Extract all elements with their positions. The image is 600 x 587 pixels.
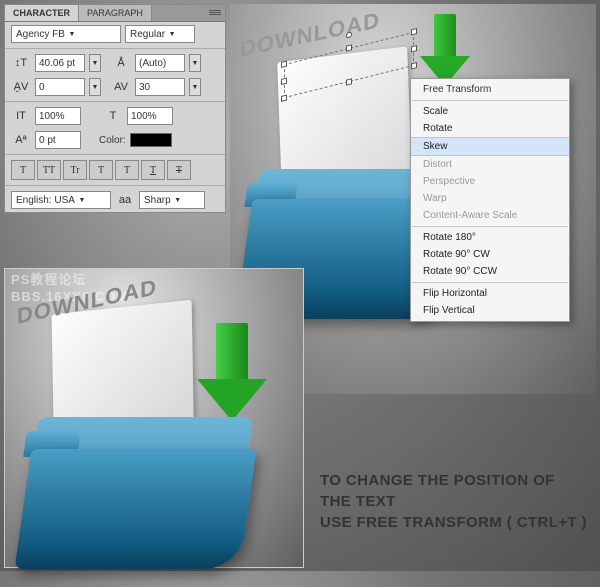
ctx-scale[interactable]: Scale — [411, 103, 569, 120]
character-panel: CHARACTER PARAGRAPH Agency FB▼ Regular▼ … — [4, 4, 226, 213]
ctx-distort: Distort — [411, 156, 569, 173]
color-swatch[interactable] — [130, 133, 172, 147]
tab-character[interactable]: CHARACTER — [5, 5, 79, 21]
font-size-icon: ↕T — [11, 57, 31, 69]
kerning-input[interactable]: 0 — [35, 78, 85, 96]
baseline-input[interactable]: 0 pt — [35, 131, 81, 149]
hscale-icon: T — [103, 110, 123, 122]
ctx-rotate-180[interactable]: Rotate 180° — [411, 229, 569, 246]
tab-paragraph[interactable]: PARAGRAPH — [79, 5, 152, 21]
tracking-input[interactable]: 30 — [135, 78, 185, 96]
ctx-flip-vertical[interactable]: Flip Vertical — [411, 302, 569, 319]
vscale-input[interactable]: 100% — [35, 107, 81, 125]
tracking-dropdown[interactable]: ▼ — [189, 78, 201, 96]
font-size-input[interactable]: 40.06 pt — [35, 54, 85, 72]
handle-mid-left[interactable] — [281, 77, 287, 84]
antialias-select[interactable]: Sharp▼ — [139, 191, 205, 209]
leading-dropdown[interactable]: ▼ — [189, 54, 201, 72]
smallcaps-button[interactable]: Tr — [63, 160, 87, 180]
vscale-icon: IT — [11, 110, 31, 122]
watermark-line1: PS教程论坛 — [11, 272, 86, 289]
chevron-down-icon: ▼ — [173, 197, 183, 204]
menu-icon — [209, 9, 221, 17]
caption-line2: USE FREE TRANSFORM ( CTRL+T ) — [320, 512, 590, 533]
panel-menu-button[interactable] — [152, 5, 225, 21]
underline-button[interactable]: T — [141, 160, 165, 180]
ctx-flip-horizontal[interactable]: Flip Horizontal — [411, 285, 569, 302]
chevron-down-icon: ▼ — [67, 31, 77, 38]
font-size-dropdown[interactable]: ▼ — [89, 54, 101, 72]
color-label: Color: — [99, 135, 126, 146]
chevron-down-icon: ▼ — [167, 31, 177, 38]
panel-tabs: CHARACTER PARAGRAPH — [5, 5, 225, 22]
hscale-input[interactable]: 100% — [127, 107, 173, 125]
allcaps-button[interactable]: TT — [37, 160, 61, 180]
handle-top-center[interactable] — [346, 44, 352, 51]
handle-bottom-right[interactable] — [411, 62, 417, 69]
font-family-select[interactable]: Agency FB▼ — [11, 25, 121, 43]
handle-mid-right[interactable] — [411, 45, 417, 52]
font-style-value: Regular — [130, 29, 165, 40]
ctx-content-aware-scale: Content-Aware Scale — [411, 207, 569, 224]
ctx-rotate-90-ccw[interactable]: Rotate 90° CCW — [411, 263, 569, 280]
antialias-value: Sharp — [144, 195, 171, 206]
ctx-header: Free Transform — [411, 81, 569, 98]
kerning-dropdown[interactable]: ▼ — [89, 78, 101, 96]
kerning-icon: A̮V — [11, 81, 31, 93]
tracking-icon: AV — [111, 81, 131, 93]
ctx-warp: Warp — [411, 190, 569, 207]
language-value: English: USA — [16, 195, 75, 206]
inset-preview: PS教程论坛 BBS.16XX8.COM DOWNLOAD — [4, 268, 304, 568]
font-style-select[interactable]: Regular▼ — [125, 25, 195, 43]
caption-line1: TO CHANGE THE POSITION OF THE TEXT — [320, 470, 590, 512]
chevron-down-icon: ▼ — [77, 197, 87, 204]
folder-icon — [29, 417, 269, 587]
type-style-buttons: T TT Tr T T T T — [5, 157, 225, 183]
transform-context-menu: Free Transform Scale Rotate Skew Distort… — [410, 78, 570, 322]
faux-bold-button[interactable]: T — [11, 160, 35, 180]
strikethrough-button[interactable]: T — [167, 160, 191, 180]
baseline-icon: Aª — [11, 134, 31, 146]
leading-input[interactable]: (Auto) — [135, 54, 185, 72]
ctx-skew[interactable]: Skew — [411, 137, 569, 156]
ctx-rotate[interactable]: Rotate — [411, 120, 569, 137]
antialias-icon: aa — [115, 194, 135, 206]
handle-top-left[interactable] — [281, 60, 287, 67]
language-select[interactable]: English: USA▼ — [11, 191, 111, 209]
leading-icon: Å — [111, 57, 131, 69]
ctx-rotate-90-cw[interactable]: Rotate 90° CW — [411, 246, 569, 263]
font-family-value: Agency FB — [16, 29, 65, 40]
instruction-caption: TO CHANGE THE POSITION OF THE TEXT USE F… — [320, 470, 590, 533]
superscript-button[interactable]: T — [89, 160, 113, 180]
subscript-button[interactable]: T — [115, 160, 139, 180]
handle-top-right[interactable] — [411, 28, 417, 35]
ctx-perspective: Perspective — [411, 173, 569, 190]
